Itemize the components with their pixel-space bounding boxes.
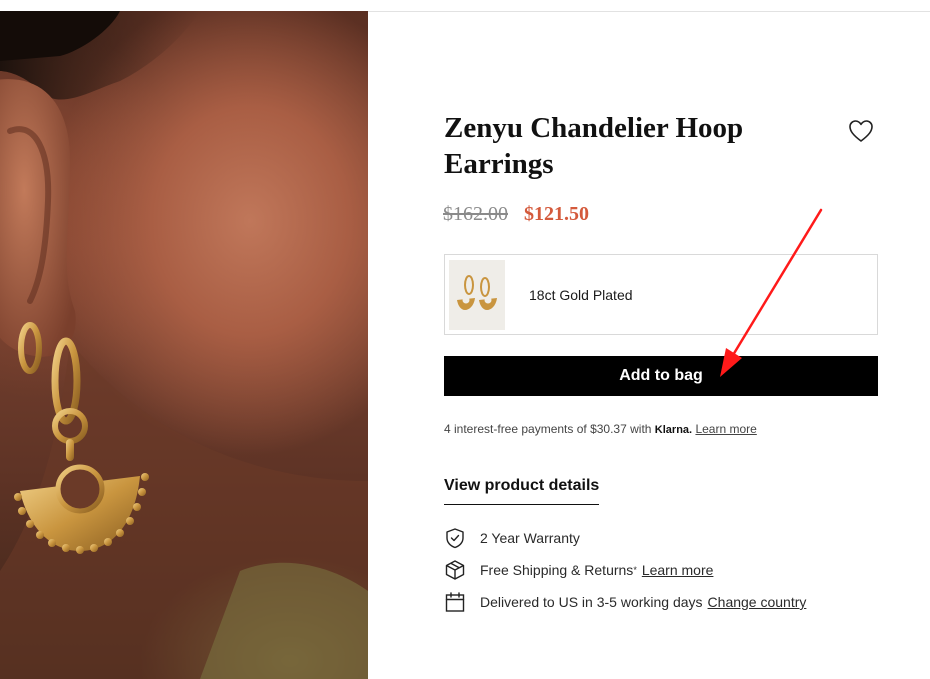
variant-option[interactable]: 18ct Gold Plated [444,254,878,335]
feature-delivery: Delivered to US in 3-5 working days Chan… [444,591,806,613]
klarna-logo: Klarna. [654,424,693,436]
product-image [0,11,368,679]
feature-text: Delivered to US in 3-5 working days [480,594,703,610]
calendar-icon [444,591,466,613]
price: $162.00 $121.50 [435,203,589,233]
feature-text: Free Shipping & Returns [480,562,634,578]
earring-thumbnail-icon [457,274,497,310]
header-divider [368,11,930,12]
feature-text: 2 Year Warranty [480,530,580,546]
box-icon [444,559,466,581]
variant-thumbnail [449,259,505,330]
feature-warranty: 2 Year Warranty [444,527,806,549]
shipping-learn-more-link[interactable]: Learn more [642,562,714,578]
wishlist-button[interactable] [847,118,875,144]
footnote-mark: * [633,565,637,575]
heart-icon [849,120,873,142]
feature-shipping: Free Shipping & Returns * Learn more [444,559,806,581]
variant-label: 18ct Gold Plated [529,286,633,303]
klarna-info: 4 interest-free payments of $30.37 with … [444,422,757,436]
add-to-bag-button[interactable]: Add to bag [444,356,878,396]
view-product-details-link[interactable]: View product details [444,477,600,505]
original-price: $162.00 [443,203,508,225]
feature-list: 2 Year Warranty Free Shipping & Returns *… [444,527,806,623]
klarna-learn-more-link[interactable]: Learn more [695,422,756,436]
product-title: Zenyu Chandelier Hoop Earrings [444,112,744,180]
sale-price: $121.50 [524,203,589,225]
shield-check-icon [444,527,466,549]
change-country-link[interactable]: Change country [708,594,807,610]
klarna-text: 4 interest-free payments of $30.37 with [444,422,652,436]
earring-illustration [0,11,368,679]
